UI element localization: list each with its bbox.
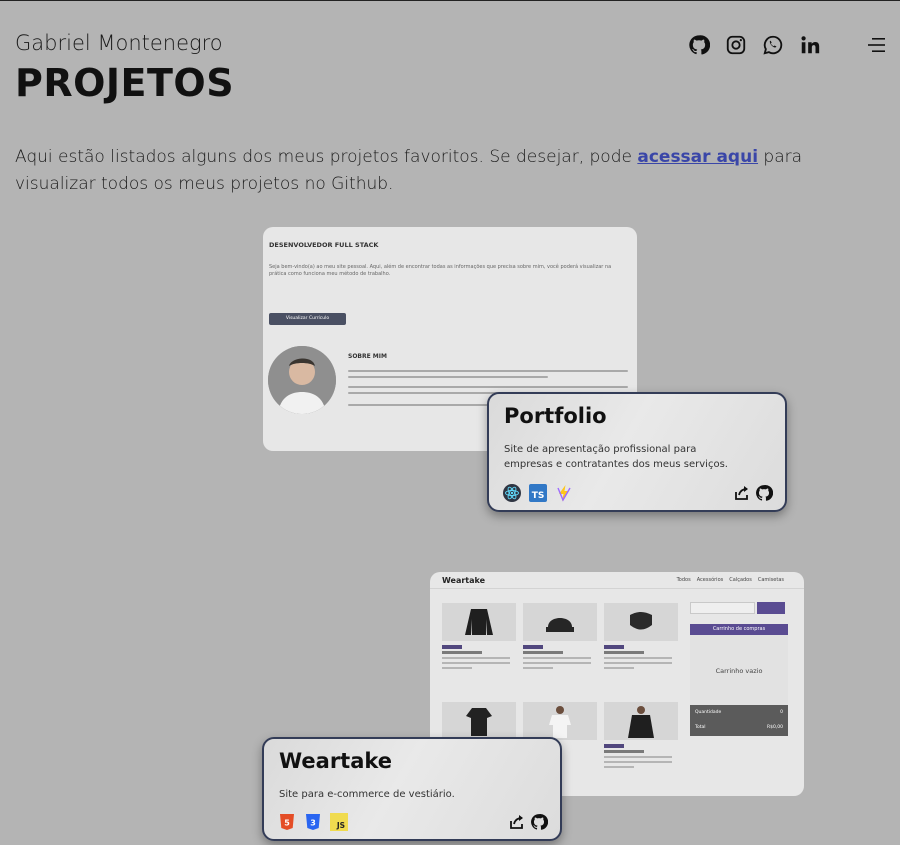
project-links [733, 484, 774, 502]
share-icon[interactable] [508, 813, 526, 831]
total-value: R$0,00 [766, 725, 783, 730]
total-label: Total [695, 725, 706, 730]
preview-cv-button: Visualizar Currículo [269, 313, 346, 325]
project-title: Weartake [279, 749, 393, 773]
page-title: PROJETOS [15, 61, 235, 105]
github-icon[interactable] [688, 34, 710, 56]
preview-line [348, 376, 548, 378]
css3-icon: 3 [304, 813, 322, 831]
javascript-icon: JS [330, 813, 348, 831]
preview-cart-quantity: Quantidade 0 [690, 705, 788, 720]
preview-about-heading: SOBRE MIM [348, 353, 387, 360]
preview-search-button [757, 602, 785, 614]
preview-product [604, 603, 678, 669]
preview-text: Seja bem-vindo(a) ao meu site pessoal. A… [269, 264, 612, 277]
github-projects-link[interactable]: acessar aqui [637, 147, 758, 167]
vite-icon [555, 484, 573, 502]
typescript-label: TS [532, 491, 545, 501]
project-card-weartake: Weartake Site para e-commerce de vestiár… [262, 737, 562, 841]
preview-product [442, 603, 516, 669]
preview-cart: Carrinho de compras Carrinho vazio Quant… [690, 624, 788, 736]
css3-label: 3 [310, 819, 316, 828]
quantity-value: 0 [780, 710, 783, 715]
preview-search [690, 602, 755, 614]
preview-product [604, 702, 678, 768]
preview-logo: Weartake [442, 576, 486, 585]
typescript-icon: TS [529, 484, 547, 502]
whatsapp-icon[interactable] [762, 34, 784, 56]
project-description: Site para e-commerce de vestiário. [279, 789, 455, 800]
share-icon[interactable] [733, 484, 751, 502]
preview-line [348, 370, 628, 372]
preview-navbar: Weartake Todos Acessórios Calçados Camis… [430, 572, 804, 589]
tech-stack: TS [503, 484, 573, 502]
preview-cart-total: Total R$0,00 [690, 720, 788, 735]
tech-stack: 5 3 JS [278, 813, 348, 831]
menu-icon[interactable] [866, 35, 886, 55]
avatar [268, 346, 336, 414]
preview-cart-empty: Carrinho vazio [715, 667, 763, 675]
project-card-portfolio: Portfolio Site de apresentação profissio… [487, 392, 787, 512]
intro-text-before: Aqui estão listados alguns dos meus proj… [15, 147, 638, 167]
preview-nav: Todos Acessórios Calçados Camisetas [677, 577, 784, 583]
preview-nav-item: Camisetas [757, 577, 784, 583]
project-links [508, 813, 549, 831]
intro-text: Aqui estão listados alguns dos meus proj… [15, 144, 885, 198]
quantity-label: Quantidade [695, 710, 722, 715]
preview-product [442, 702, 516, 740]
github-icon[interactable] [755, 484, 774, 502]
preview-nav-item: Todos [676, 577, 691, 583]
preview-line [348, 386, 628, 388]
instagram-icon[interactable] [725, 34, 747, 56]
preview-heading: DESENVOLVEDOR FULL STACK [269, 241, 379, 249]
project-title: Portfolio [504, 404, 607, 428]
social-links [688, 34, 821, 56]
linkedin-icon[interactable] [799, 34, 821, 56]
javascript-label: JS [336, 821, 345, 830]
preview-product [523, 603, 597, 669]
preview-nav-item: Calçados [729, 577, 752, 583]
project-description: Site de apresentação profissional para e… [504, 444, 728, 470]
github-icon[interactable] [530, 813, 549, 831]
html5-icon: 5 [278, 813, 296, 831]
preview-cart-header: Carrinho de compras [690, 624, 788, 635]
preview-product [523, 702, 597, 740]
html5-label: 5 [284, 819, 290, 828]
react-icon [503, 484, 521, 502]
owner-name: Gabriel Montenegro [15, 31, 223, 55]
preview-nav-item: Acessórios [696, 577, 724, 583]
